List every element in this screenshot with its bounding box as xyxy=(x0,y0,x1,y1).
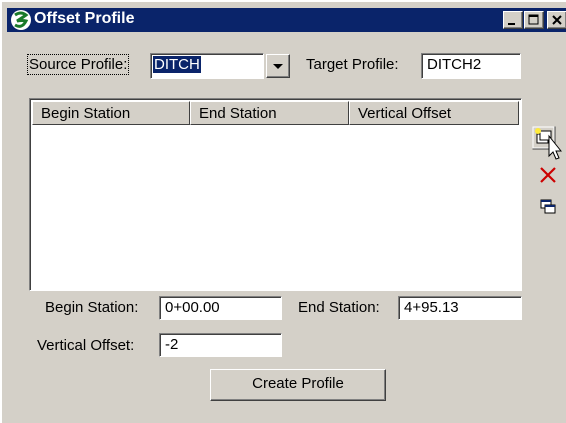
vertical-offset-input[interactable]: -2 xyxy=(159,333,282,357)
end-station-input[interactable]: 4+95.13 xyxy=(398,296,522,320)
vertical-offset-label: Vertical Offset: xyxy=(37,337,135,354)
maximize-button[interactable] xyxy=(524,11,544,29)
title-bar[interactable]: Offset Profile xyxy=(7,8,566,32)
delete-x-icon xyxy=(540,167,556,183)
copy-row-button[interactable] xyxy=(539,197,563,221)
offset-list[interactable]: Begin Station End Station Vertical Offse… xyxy=(29,98,522,291)
column-header-vertical-offset[interactable]: Vertical Offset xyxy=(349,101,519,125)
source-profile-dropdown-button[interactable] xyxy=(266,54,290,78)
add-row-button[interactable] xyxy=(532,126,562,160)
close-icon xyxy=(552,15,562,25)
maximize-icon xyxy=(528,14,539,25)
column-header-begin-station[interactable]: Begin Station xyxy=(32,101,190,125)
source-profile-label: Source Profile: xyxy=(26,54,130,75)
target-profile-label: Target Profile: xyxy=(306,56,399,73)
copy-windows-icon xyxy=(540,199,556,214)
window-title: Offset Profile xyxy=(34,10,135,27)
source-profile-combo[interactable]: DITCH xyxy=(150,53,264,79)
create-profile-button[interactable]: Create Profile xyxy=(210,369,386,401)
add-row-icon xyxy=(532,126,562,160)
source-profile-value: DITCH xyxy=(153,56,201,73)
chevron-down-icon xyxy=(273,64,283,69)
target-profile-input[interactable]: DITCH2 xyxy=(421,53,521,79)
delete-row-button[interactable] xyxy=(538,165,562,189)
offset-profile-window: Offset Profile Source Profile: DITCH Tar… xyxy=(0,0,566,423)
app-icon xyxy=(11,10,31,30)
column-header-end-station[interactable]: End Station xyxy=(190,101,349,125)
minimize-button[interactable] xyxy=(503,11,523,29)
end-station-label: End Station: xyxy=(298,299,380,316)
begin-station-input[interactable]: 0+00.00 xyxy=(159,296,282,320)
close-button[interactable] xyxy=(547,11,566,29)
begin-station-label: Begin Station: xyxy=(45,299,139,316)
minimize-icon xyxy=(508,23,515,25)
